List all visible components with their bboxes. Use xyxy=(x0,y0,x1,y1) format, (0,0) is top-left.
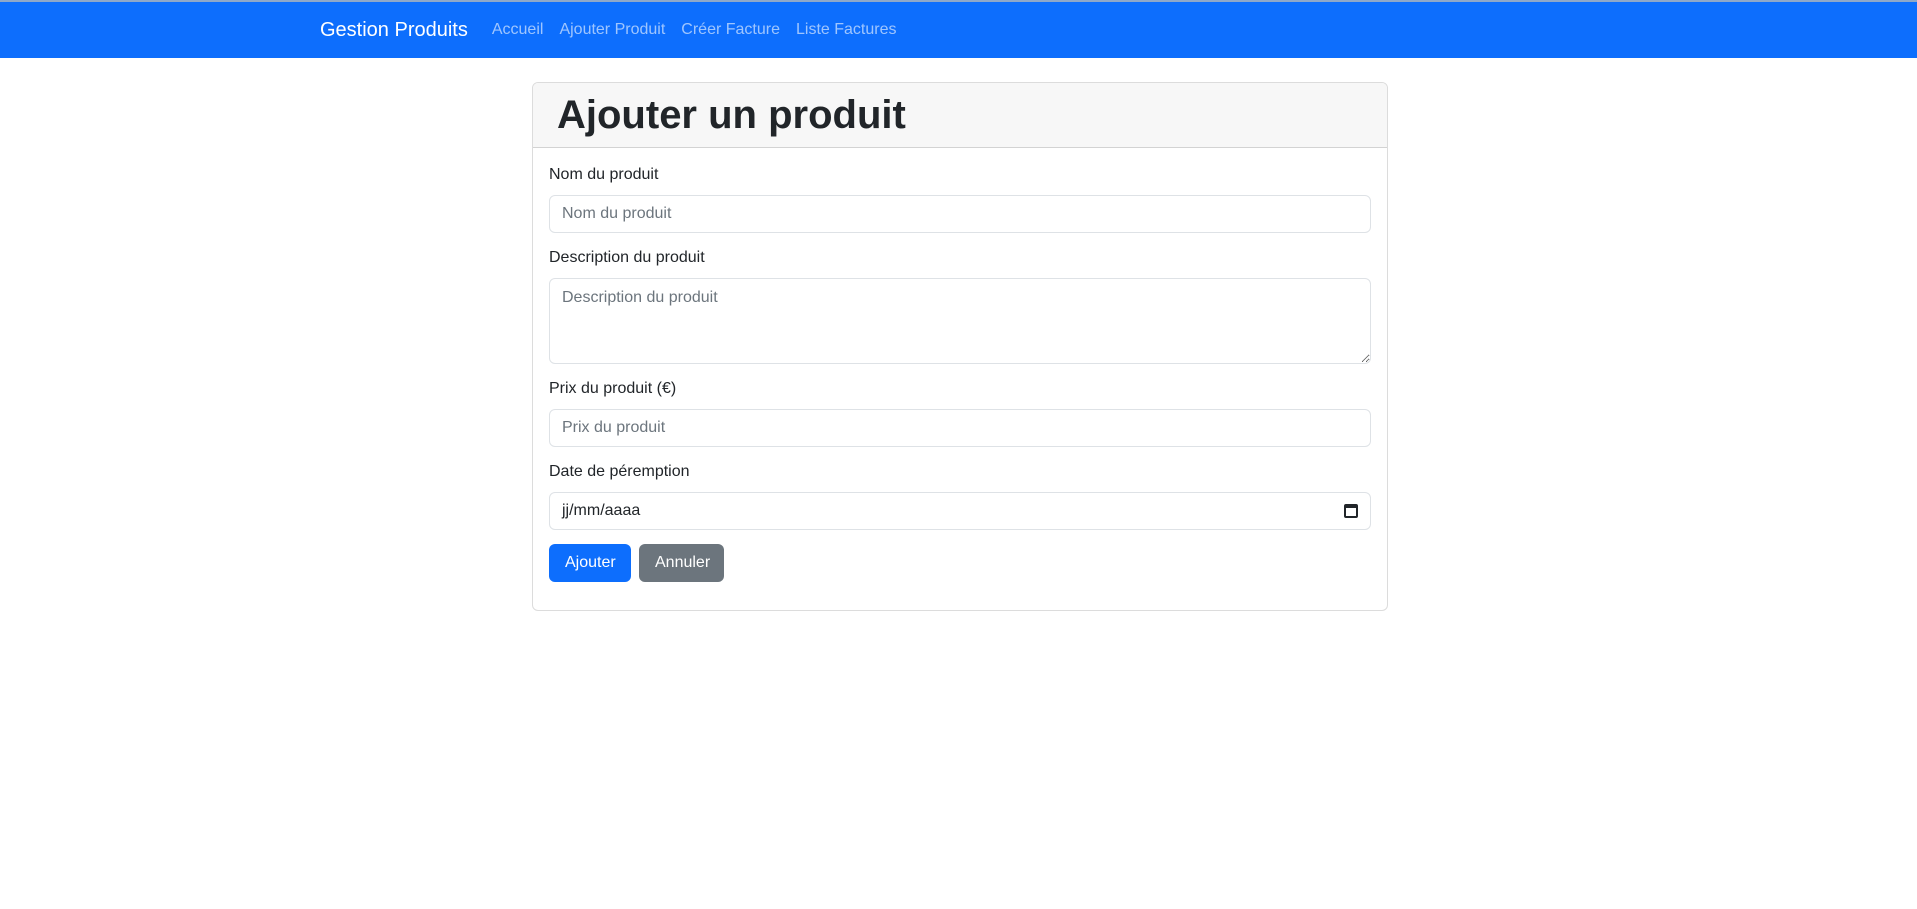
form-actions: Ajouter Annuler xyxy=(549,544,1371,582)
calendar-icon[interactable] xyxy=(1344,504,1358,518)
nav-link-ajouter-produit[interactable]: Ajouter Produit xyxy=(559,21,665,39)
submit-button[interactable]: Ajouter xyxy=(549,544,631,582)
description-label: Description du produit xyxy=(549,249,705,266)
description-group: Description du produit xyxy=(549,249,1371,364)
navbar-brand[interactable]: Gestion Produits xyxy=(320,19,468,42)
expiry-date-input[interactable]: jj/mm/aaaa xyxy=(549,492,1371,530)
price-group: Prix du produit (€) xyxy=(549,380,1371,447)
date-label: Date de péremption xyxy=(549,463,690,480)
name-input[interactable] xyxy=(549,195,1371,233)
date-group: Date de péremption jj/mm/aaaa xyxy=(549,463,1371,530)
card-header: Ajouter un produit xyxy=(533,83,1387,148)
add-product-form: Nom du produit Description du produit Pr… xyxy=(533,148,1387,598)
description-textarea[interactable] xyxy=(549,278,1371,364)
nav-link-accueil[interactable]: Accueil xyxy=(492,21,544,39)
nav-link-liste-factures[interactable]: Liste Factures xyxy=(796,21,896,39)
price-label: Prix du produit (€) xyxy=(549,380,677,397)
name-group: Nom du produit xyxy=(549,166,1371,233)
price-input[interactable] xyxy=(549,409,1371,447)
cancel-button[interactable]: Annuler xyxy=(639,544,724,582)
add-product-card: Ajouter un produit Nom du produit Descri… xyxy=(532,82,1388,611)
name-label: Nom du produit xyxy=(549,166,659,183)
navbar: Gestion Produits Accueil Ajouter Produit… xyxy=(0,2,1917,58)
date-placeholder: jj/mm/aaaa xyxy=(562,502,641,519)
page-title: Ajouter un produit xyxy=(557,93,906,137)
nav-link-creer-facture[interactable]: Créer Facture xyxy=(681,21,780,39)
